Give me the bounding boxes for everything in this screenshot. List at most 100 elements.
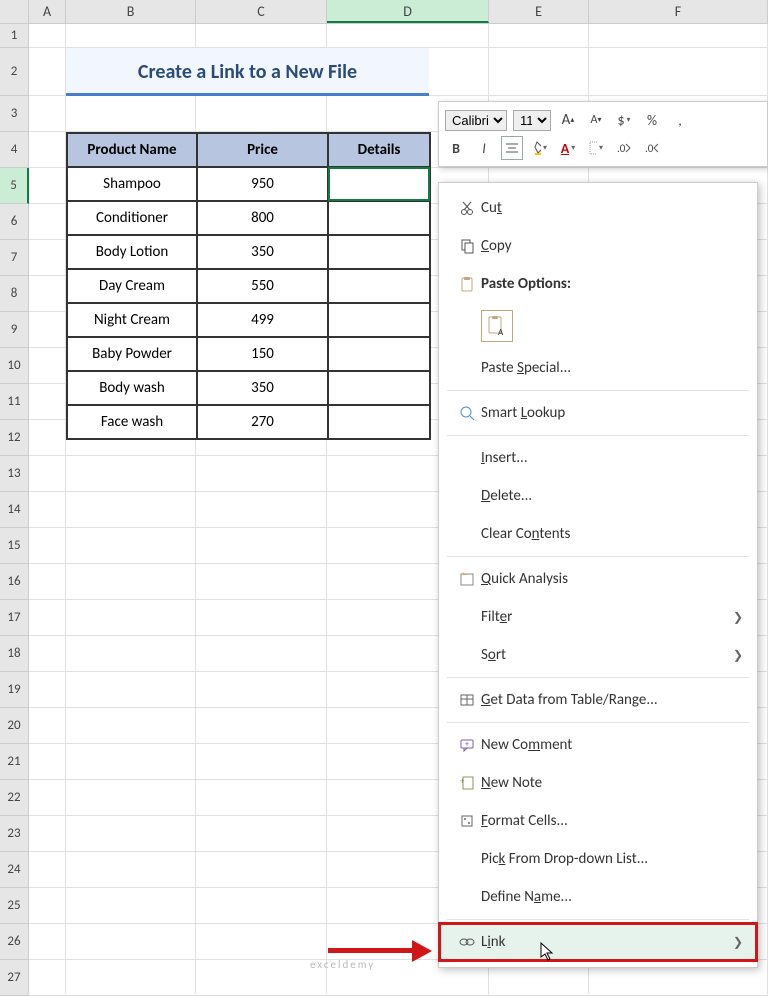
increase-font-icon[interactable]: A▴ — [557, 108, 579, 132]
row-header-22[interactable]: 22 — [0, 780, 29, 816]
row-header-25[interactable]: 25 — [0, 888, 29, 924]
cell[interactable] — [29, 384, 66, 420]
increase-decimal-icon[interactable]: .0 — [613, 136, 635, 160]
row-header-26[interactable]: 26 — [0, 924, 29, 960]
cell[interactable] — [66, 780, 196, 816]
row-header-1[interactable]: 1 — [0, 24, 29, 48]
cell[interactable] — [66, 96, 196, 132]
cell[interactable] — [589, 24, 768, 48]
table-cell[interactable]: Body wash — [67, 371, 197, 405]
row-header-2[interactable]: 2 — [0, 48, 29, 96]
bold-button[interactable]: B — [445, 136, 467, 160]
cell[interactable] — [66, 852, 196, 888]
cell[interactable] — [66, 744, 196, 780]
table-cell[interactable] — [328, 337, 430, 371]
table-cell[interactable]: Night Cream — [67, 303, 197, 337]
menu-new-comment[interactable]: + New Comment — [439, 726, 757, 764]
col-header-a[interactable]: A — [29, 0, 66, 23]
menu-quick-analysis[interactable]: Quick Analysis — [439, 560, 757, 598]
table-cell[interactable]: Conditioner — [67, 201, 197, 235]
cell[interactable] — [196, 672, 327, 708]
italic-button[interactable]: I — [473, 136, 495, 160]
cell[interactable] — [66, 456, 196, 492]
row-header-23[interactable]: 23 — [0, 816, 29, 852]
cell[interactable] — [66, 636, 196, 672]
row-header-17[interactable]: 17 — [0, 600, 29, 636]
menu-filter[interactable]: Filter ❯ — [439, 598, 757, 636]
table-cell[interactable]: 270 — [197, 405, 328, 439]
cell[interactable] — [66, 888, 196, 924]
percent-button[interactable]: % — [641, 108, 663, 132]
cell[interactable] — [196, 816, 327, 852]
font-color-icon[interactable]: A▾ — [557, 136, 579, 160]
row-header-10[interactable]: 10 — [0, 348, 29, 384]
align-center-icon[interactable] — [501, 136, 523, 160]
cell[interactable] — [196, 708, 327, 744]
select-all[interactable] — [0, 0, 29, 23]
table-cell[interactable]: Baby Powder — [67, 337, 197, 371]
menu-paste-special[interactable]: Paste Special... — [439, 349, 757, 387]
row-header-9[interactable]: 9 — [0, 312, 29, 348]
cell[interactable] — [66, 600, 196, 636]
cell[interactable] — [196, 888, 327, 924]
table-cell[interactable] — [328, 235, 430, 269]
table-cell[interactable] — [328, 201, 430, 235]
cell[interactable] — [196, 636, 327, 672]
menu-cut[interactable]: Cut — [439, 189, 757, 227]
cell[interactable] — [29, 924, 66, 960]
fill-color-icon[interactable]: ▾ — [529, 136, 551, 160]
cell[interactable] — [29, 24, 66, 48]
cell[interactable] — [196, 600, 327, 636]
row-header-12[interactable]: 12 — [0, 420, 29, 456]
cell[interactable] — [196, 960, 327, 996]
cell[interactable] — [29, 420, 66, 456]
table-cell[interactable]: 550 — [197, 269, 328, 303]
decrease-decimal-icon[interactable]: .0 — [641, 136, 663, 160]
col-header-d[interactable]: D — [327, 0, 489, 23]
row-header-6[interactable]: 6 — [0, 204, 29, 240]
cell[interactable] — [29, 636, 66, 672]
row-header-3[interactable]: 3 — [0, 96, 29, 132]
cell[interactable] — [29, 492, 66, 528]
table-cell[interactable]: 499 — [197, 303, 328, 337]
row-header-11[interactable]: 11 — [0, 384, 29, 420]
cell[interactable] — [66, 492, 196, 528]
table-cell[interactable] — [328, 371, 430, 405]
cell[interactable] — [29, 960, 66, 996]
comma-style-icon[interactable]: , — [669, 108, 691, 132]
cell[interactable] — [66, 924, 196, 960]
menu-sort[interactable]: Sort ❯ — [439, 636, 757, 674]
cell[interactable] — [196, 492, 327, 528]
cell[interactable] — [489, 48, 589, 96]
cell[interactable] — [66, 528, 196, 564]
col-header-f[interactable]: F — [589, 0, 768, 23]
cell[interactable] — [29, 708, 66, 744]
table-cell[interactable]: 800 — [197, 201, 328, 235]
row-header-27[interactable]: 27 — [0, 960, 29, 996]
menu-smart-lookup[interactable]: Smart Lookup — [439, 394, 757, 432]
cell[interactable] — [29, 132, 66, 168]
cell[interactable] — [196, 744, 327, 780]
table-cell[interactable]: 350 — [197, 371, 328, 405]
cell[interactable] — [29, 312, 66, 348]
menu-pick-list[interactable]: Pick From Drop-down List... — [439, 840, 757, 878]
cell[interactable] — [66, 24, 196, 48]
row-header-15[interactable]: 15 — [0, 528, 29, 564]
cell[interactable] — [29, 276, 66, 312]
cell[interactable] — [29, 672, 66, 708]
cell[interactable] — [29, 204, 66, 240]
cell[interactable] — [29, 48, 66, 96]
row-header-20[interactable]: 20 — [0, 708, 29, 744]
cell[interactable] — [29, 240, 66, 276]
cell[interactable] — [29, 168, 66, 204]
cell[interactable] — [196, 780, 327, 816]
cell[interactable] — [196, 852, 327, 888]
cell[interactable] — [589, 48, 768, 96]
cell[interactable] — [489, 24, 589, 48]
row-header-4[interactable]: 4 — [0, 132, 29, 168]
col-header-c[interactable]: C — [196, 0, 327, 23]
menu-new-note[interactable]: + New Note — [439, 764, 757, 802]
menu-define-name[interactable]: Define Name... — [439, 878, 757, 916]
table-cell[interactable]: Face wash — [67, 405, 197, 439]
cell[interactable] — [196, 924, 327, 960]
